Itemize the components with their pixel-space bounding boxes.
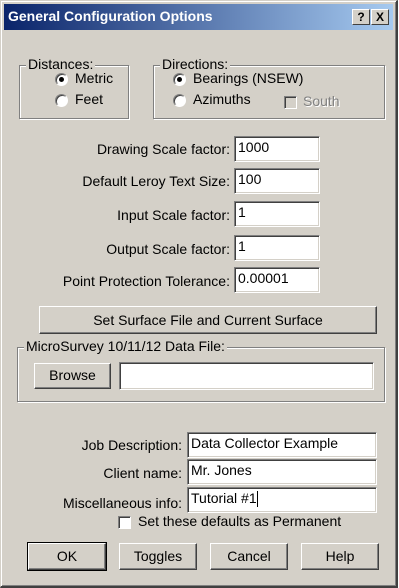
close-icon[interactable]: X (371, 9, 389, 25)
feet-label[interactable]: Feet (75, 91, 103, 107)
title-bar[interactable]: General Configuration Options ? X (4, 4, 393, 30)
feet-radio[interactable] (55, 94, 68, 107)
bearings-radio[interactable] (173, 73, 186, 86)
output-scale-label: Output Scale factor: (106, 241, 230, 257)
text-caret (256, 491, 258, 508)
permanent-label[interactable]: Set these defaults as Permanent (138, 513, 341, 529)
metric-label[interactable]: Metric (75, 70, 113, 86)
general-configuration-dialog: General Configuration Options ? X Distan… (0, 0, 398, 588)
ok-button[interactable]: OK (27, 542, 107, 571)
point-tolerance-input[interactable]: 0.00001 (234, 267, 320, 293)
help-button[interactable]: Help (301, 543, 379, 570)
leroy-text-size-label: Default Leroy Text Size: (82, 173, 230, 189)
output-scale-input[interactable]: 1 (234, 235, 320, 261)
drawing-scale-input[interactable]: 1000 (234, 136, 320, 162)
set-surface-button[interactable]: Set Surface File and Current Surface (39, 306, 377, 334)
permanent-checkbox[interactable] (118, 516, 131, 529)
point-tolerance-label: Point Protection Tolerance: (62, 273, 230, 289)
south-label: South (303, 93, 340, 109)
microsurvey-legend: MicroSurvey 10/11/12 Data File: (24, 338, 227, 354)
input-scale-label: Input Scale factor: (117, 207, 230, 223)
misc-info-input[interactable]: Tutorial #1 (187, 487, 377, 513)
misc-info-value: Tutorial #1 (191, 490, 257, 506)
data-file-input[interactable] (119, 362, 374, 390)
toggles-button[interactable]: Toggles (119, 543, 197, 570)
metric-radio[interactable] (55, 73, 68, 86)
input-scale-input[interactable]: 1 (234, 201, 320, 227)
help-icon[interactable]: ? (352, 9, 370, 25)
azimuths-radio[interactable] (173, 94, 186, 107)
client-name-label: Client name: (103, 465, 182, 481)
dialog-title: General Configuration Options (8, 8, 213, 24)
bearings-label[interactable]: Bearings (NSEW) (193, 70, 303, 86)
misc-info-label: Miscellaneous info: (62, 495, 182, 511)
drawing-scale-label: Drawing Scale factor: (96, 141, 230, 157)
client-name-input[interactable]: Mr. Jones (187, 459, 377, 485)
south-checkbox[interactable] (284, 96, 297, 109)
azimuths-label[interactable]: Azimuths (193, 91, 251, 107)
job-description-label: Job Description: (81, 437, 182, 453)
cancel-button[interactable]: Cancel (210, 543, 288, 570)
leroy-text-size-input[interactable]: 100 (234, 168, 320, 194)
job-description-input[interactable]: Data Collector Example (187, 432, 377, 458)
browse-button[interactable]: Browse (34, 363, 111, 389)
